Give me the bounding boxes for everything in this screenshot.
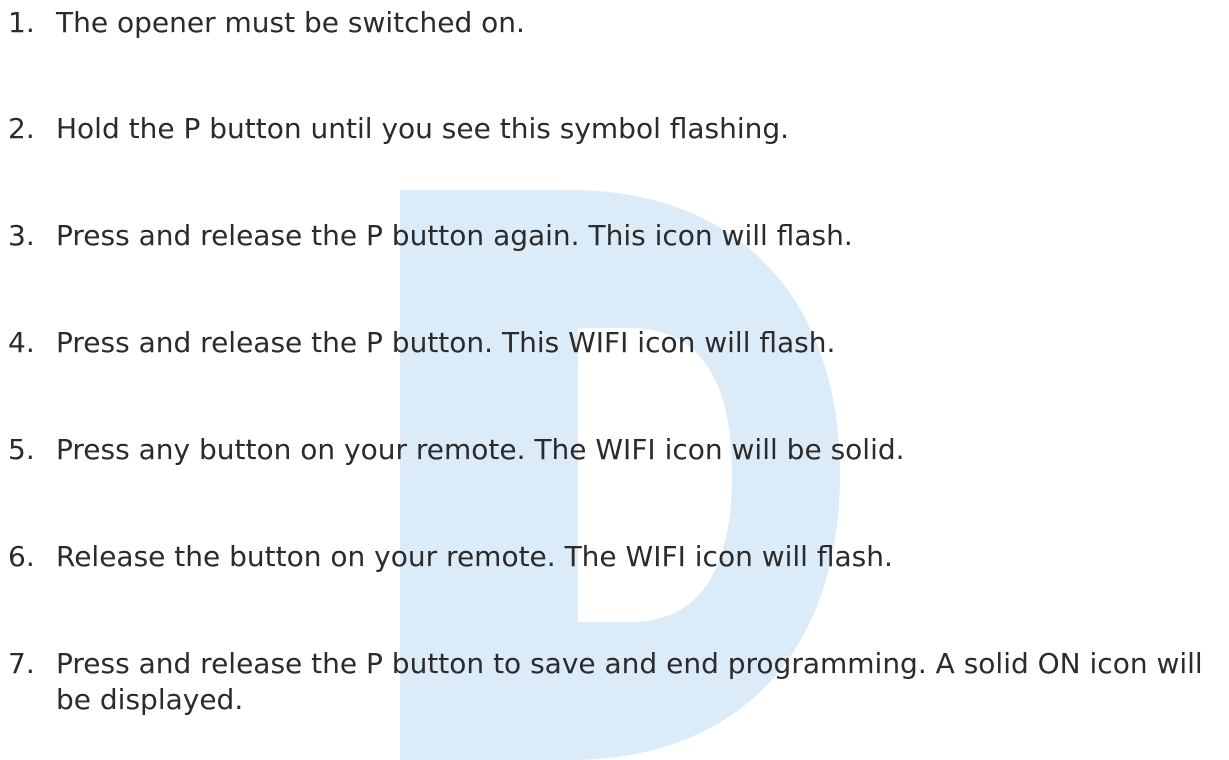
list-item: 2. Hold the P button until you see this … (8, 111, 1223, 147)
list-item: 7. Press and release the P button to sav… (8, 646, 1223, 718)
step-text: Press any button on your remote. The WIF… (56, 433, 905, 466)
instruction-list: 1. The opener must be switched on. 2. Ho… (0, 0, 1229, 760)
step-text: The opener must be switched on. (56, 6, 525, 39)
list-item: 3. Press and release the P button again.… (8, 218, 1223, 254)
step-text: Press and release the P button again. Th… (56, 219, 853, 252)
step-number: 6. (8, 540, 35, 573)
step-number: 2. (8, 112, 35, 145)
step-number: 3. (8, 219, 35, 252)
step-text: Press and release the P button. This WIF… (56, 326, 836, 359)
step-text: Hold the P button until you see this sym… (56, 112, 790, 145)
step-text: Press and release the P button to save a… (56, 647, 1203, 716)
step-number: 1. (8, 6, 35, 39)
step-text: Release the button on your remote. The W… (56, 540, 893, 573)
step-number: 4. (8, 326, 35, 359)
list-item: 4. Press and release the P button. This … (8, 325, 1223, 361)
step-number: 5. (8, 433, 35, 466)
list-item: 1. The opener must be switched on. (8, 5, 1223, 41)
step-number: 7. (8, 647, 35, 680)
list-item: 6. Release the button on your remote. Th… (8, 539, 1223, 575)
list-item: 5. Press any button on your remote. The … (8, 432, 1223, 468)
